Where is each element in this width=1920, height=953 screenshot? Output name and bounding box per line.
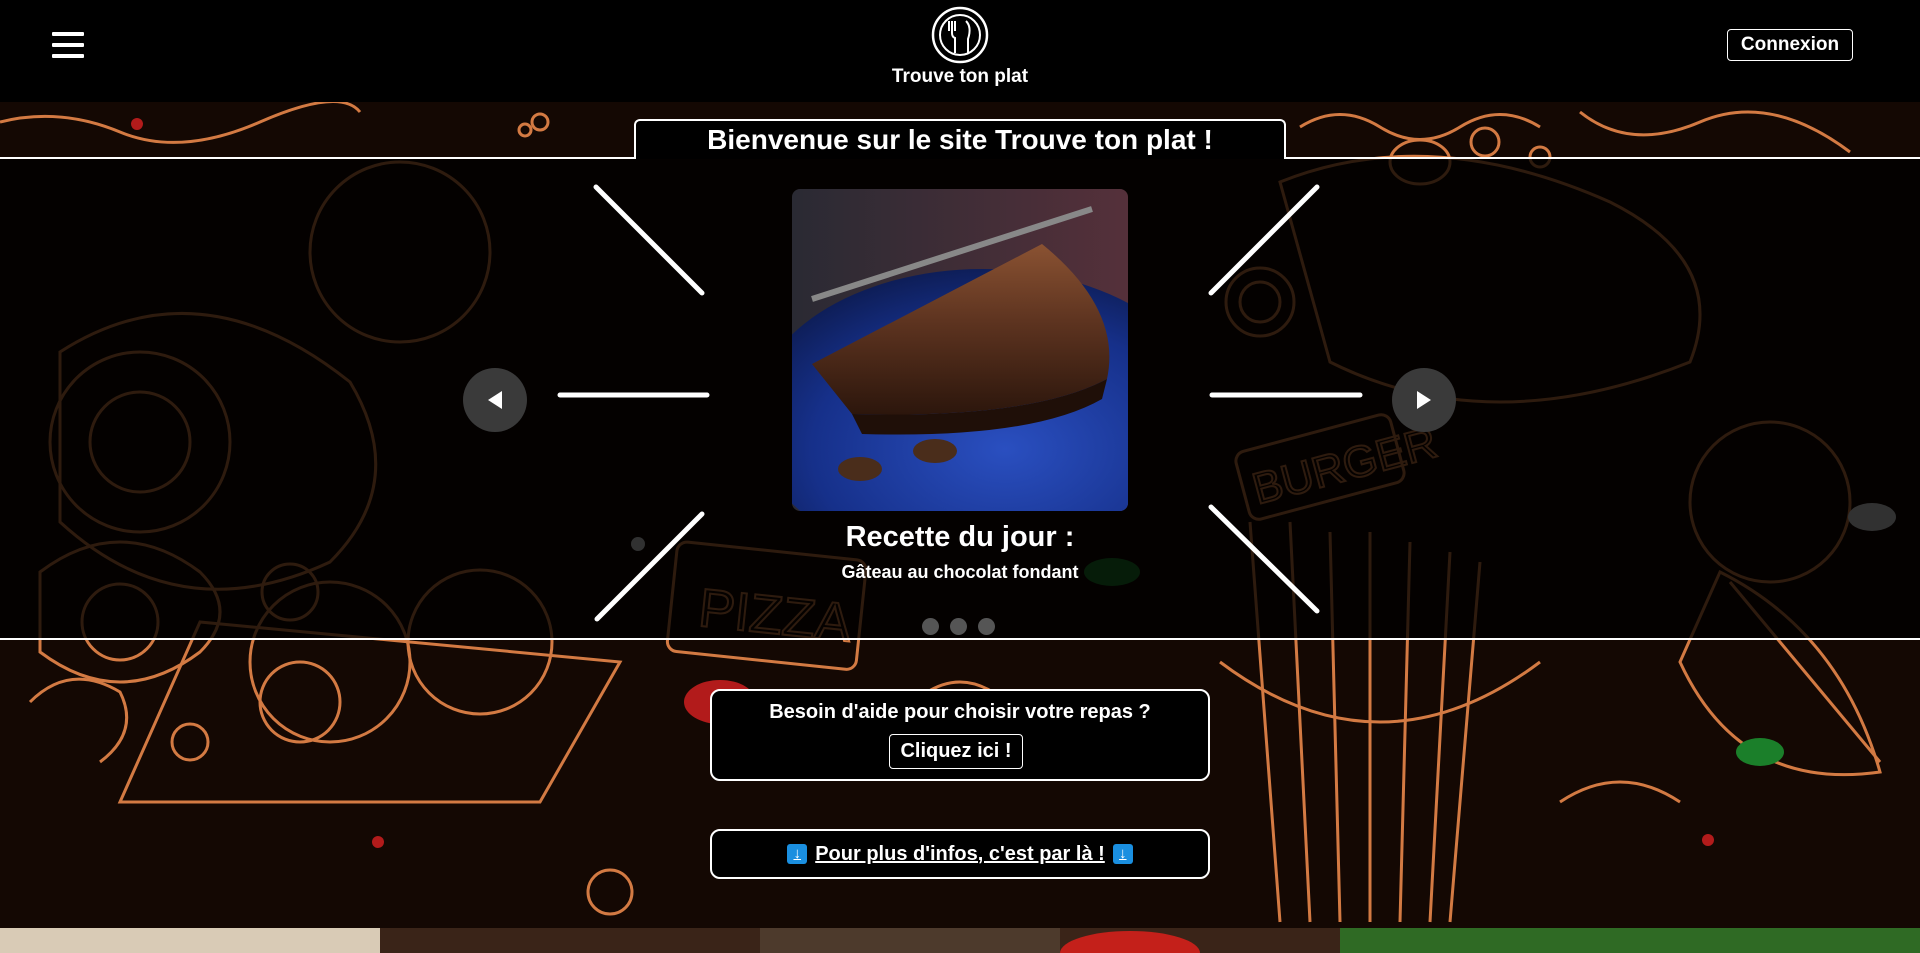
meal-help-question: Besoin d'aide pour choisir votre repas ? — [769, 701, 1151, 723]
recipe-of-the-day-title: Recette du jour : — [845, 521, 1075, 553]
dish-image — [792, 189, 1128, 511]
fork-knife-logo-icon[interactable] — [930, 5, 990, 65]
carousel-dot-2[interactable] — [950, 618, 967, 635]
welcome-banner: Bienvenue sur le site Trouve ton plat ! — [634, 119, 1286, 159]
arrow-down-emoji-icon: ↓ — [1112, 844, 1133, 864]
next-section-image-strip — [0, 928, 1920, 953]
carousel-dot-1[interactable] — [922, 618, 939, 635]
recipe-name[interactable]: Gâteau au chocolat fondant — [760, 562, 1160, 583]
more-info-link[interactable]: ↓ Pour plus d'infos, c'est par là ! ↓ — [787, 843, 1133, 866]
carousel-previous-button[interactable] — [463, 368, 527, 432]
meal-help-button[interactable]: Cliquez ici ! — [889, 734, 1023, 769]
carousel-next-button[interactable] — [1392, 368, 1456, 432]
hamburger-menu-icon[interactable] — [52, 32, 84, 58]
top-navigation-bar: Trouve ton plat Connexion — [0, 0, 1920, 102]
recipe-of-the-day-carousel: Recette du jour : Gâteau au chocolat fon… — [0, 157, 1920, 640]
arrow-right-icon — [1417, 391, 1431, 409]
more-info-link-text: Pour plus d'infos, c'est par là ! — [815, 842, 1105, 865]
site-brand-name[interactable]: Trouve ton plat — [810, 66, 1110, 88]
arrow-left-icon — [488, 391, 502, 409]
arrow-down-emoji-icon: ↓ — [787, 844, 808, 864]
welcome-title: Bienvenue sur le site Trouve ton plat ! — [707, 124, 1213, 155]
more-info-box: ↓ Pour plus d'infos, c'est par là ! ↓ — [710, 829, 1210, 879]
carousel-indicators — [922, 618, 995, 635]
meal-help-box: Besoin d'aide pour choisir votre repas ?… — [710, 689, 1210, 781]
carousel-dot-3[interactable] — [978, 618, 995, 635]
login-button[interactable]: Connexion — [1727, 29, 1853, 61]
